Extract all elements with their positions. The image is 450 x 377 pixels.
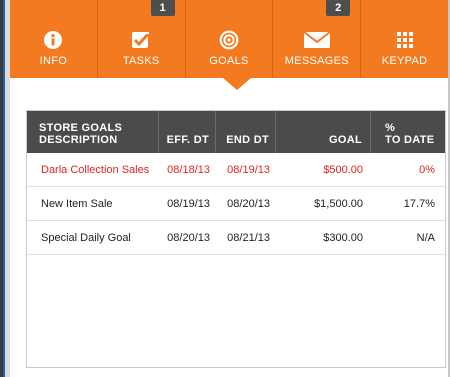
cell-eff-dt: 08/20/13 bbox=[167, 231, 210, 244]
cell-description: Darla Collection Sales bbox=[41, 163, 150, 176]
tab-messages[interactable]: 2 MESSAGES bbox=[273, 0, 362, 78]
tab-tasks-label: TASKS bbox=[122, 55, 160, 67]
target-icon bbox=[219, 30, 239, 50]
tasks-badge: 1 bbox=[150, 0, 175, 16]
col-header-end-dt-label: END DT bbox=[226, 134, 269, 146]
keypad-icon bbox=[396, 30, 414, 50]
cell-end-dt: 08/19/13 bbox=[227, 163, 270, 176]
col-header-eff-dt-label: EFF. DT bbox=[166, 134, 209, 146]
col-header-end-dt[interactable]: END DT bbox=[216, 111, 276, 153]
window-left-edge bbox=[0, 0, 10, 377]
cell-end-dt: 08/21/13 bbox=[227, 231, 270, 244]
col-header-to-date-line2: TO DATE bbox=[385, 134, 435, 146]
tab-tasks[interactable]: 1 TASKS bbox=[98, 0, 186, 78]
top-nav-bar: INFO 1 TASKS GOALS 2 MESSAGES KEYPAD bbox=[10, 0, 448, 78]
envelope-icon bbox=[303, 30, 331, 50]
col-header-eff-dt[interactable]: EFF. DT bbox=[159, 111, 216, 153]
active-tab-pointer bbox=[223, 78, 251, 90]
checkbox-icon bbox=[131, 30, 151, 50]
table-row[interactable]: Darla Collection Sales 08/18/13 08/19/13… bbox=[27, 153, 445, 187]
cell-description: New Item Sale bbox=[41, 197, 113, 210]
col-header-description-line1: STORE GOALS bbox=[39, 122, 123, 134]
cell-eff-dt: 08/18/13 bbox=[167, 163, 210, 176]
cell-goal: $500.00 bbox=[323, 163, 363, 176]
cell-eff-dt: 08/19/13 bbox=[167, 197, 210, 210]
col-header-to-date-line1: % bbox=[385, 122, 396, 134]
cell-end-dt: 08/20/13 bbox=[227, 197, 270, 210]
tab-goals[interactable]: GOALS bbox=[186, 0, 274, 78]
store-goals-panel: STORE GOALS DESCRIPTION EFF. DT END DT G… bbox=[26, 110, 446, 368]
cell-to-date: 17.7% bbox=[403, 197, 435, 210]
table-row[interactable]: Special Daily Goal 08/20/13 08/21/13 $30… bbox=[27, 221, 445, 255]
cell-to-date: N/A bbox=[416, 231, 435, 244]
col-header-goal-label: GOAL bbox=[329, 134, 362, 146]
cell-goal: $300.00 bbox=[323, 231, 363, 244]
cell-description: Special Daily Goal bbox=[41, 231, 131, 244]
window-accent-line bbox=[3, 0, 5, 377]
tab-info[interactable]: INFO bbox=[10, 0, 98, 78]
tab-info-label: INFO bbox=[39, 55, 68, 67]
table-row[interactable]: New Item Sale 08/19/13 08/20/13 $1,500.0… bbox=[27, 187, 445, 221]
messages-badge: 2 bbox=[326, 0, 351, 16]
tab-keypad-label: KEYPAD bbox=[381, 55, 428, 67]
info-icon bbox=[43, 30, 63, 50]
tab-messages-label: MESSAGES bbox=[284, 55, 349, 67]
col-header-goal[interactable]: GOAL bbox=[276, 111, 371, 153]
col-header-description[interactable]: STORE GOALS DESCRIPTION bbox=[27, 111, 159, 153]
tab-keypad[interactable]: KEYPAD bbox=[361, 0, 448, 78]
cell-goal: $1,500.00 bbox=[314, 197, 363, 210]
tab-goals-label: GOALS bbox=[209, 55, 249, 67]
col-header-to-date[interactable]: % TO DATE bbox=[371, 111, 445, 153]
cell-to-date: 0% bbox=[419, 163, 435, 176]
col-header-description-line2: DESCRIPTION bbox=[39, 134, 118, 146]
table-header: STORE GOALS DESCRIPTION EFF. DT END DT G… bbox=[27, 111, 445, 153]
